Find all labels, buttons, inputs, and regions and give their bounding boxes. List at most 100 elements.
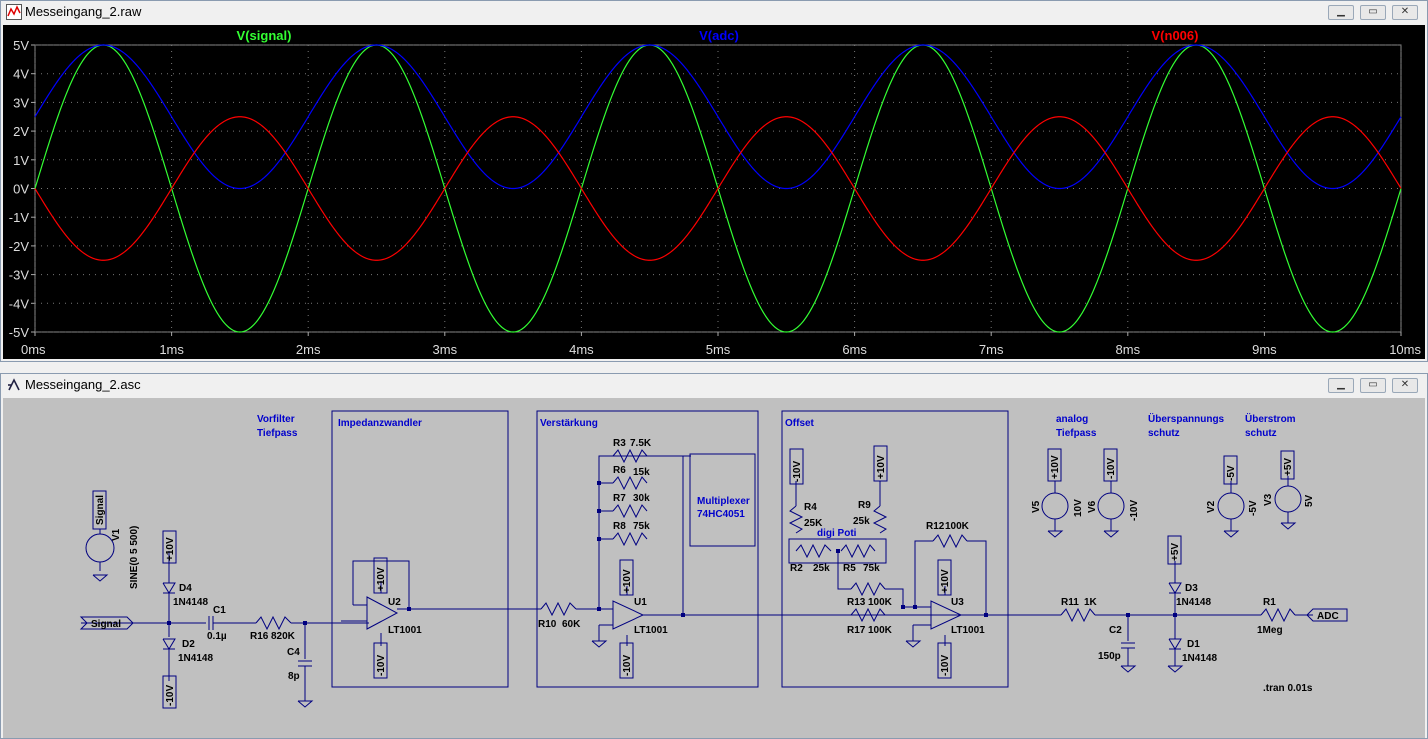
r11-value: 1K (1084, 597, 1098, 608)
r13-label: R13 (847, 597, 866, 608)
waveform-plot-area[interactable]: 5V 4V 3V 2V 1V 0V -1V -2V -3V -4V -5V 0ms 1ms 2ms 3ms 4… (3, 25, 1425, 359)
x-tick-label: 1ms (159, 342, 184, 357)
trace-legend-label[interactable]: V(signal) (237, 28, 292, 43)
r12-label: R12 (926, 521, 945, 532)
y-tick-label: 0V (13, 182, 29, 197)
x-tick-label: 6ms (842, 342, 867, 357)
ueberstrom-note-2: schutz (1245, 428, 1277, 439)
schematic-titlebar[interactable]: Messeingang_2.asc ▁ ▭ ✕ (1, 374, 1427, 396)
v3-value: 5V (1304, 494, 1315, 507)
ueberstrom-note: Überstrom (1245, 412, 1296, 425)
u2-value: LT1001 (388, 625, 422, 636)
block-title-verstaerkung: Verstärkung (540, 418, 598, 429)
v5-label: V5 (1031, 500, 1042, 513)
x-tick-label: 2ms (296, 342, 321, 357)
supply-flag: +10V (165, 537, 176, 561)
d3-label: D3 (1185, 583, 1198, 594)
r6-value: 15k (633, 467, 650, 478)
r8-label: R8 (613, 521, 626, 532)
v3-label: V3 (1263, 493, 1274, 506)
r9-label: R9 (858, 500, 871, 511)
y-tick-label: 1V (13, 153, 29, 168)
close-button[interactable]: ✕ (1392, 5, 1418, 20)
supply-flag: -10V (376, 655, 387, 676)
d2-label: D2 (182, 639, 195, 650)
r13-value: 100K (868, 597, 893, 608)
d1-label: D1 (1187, 639, 1200, 650)
v6-value: -10V (1129, 500, 1140, 521)
schematic-app-icon (8, 378, 20, 391)
x-tick-label: 4ms (569, 342, 594, 357)
block-title-offset: Offset (785, 418, 815, 429)
r11-label: R11 (1061, 597, 1079, 608)
block-title-impedanzwandler: Impedanzwandler (338, 418, 422, 429)
u1-label: U1 (634, 597, 647, 608)
d2-value: 1N4148 (178, 653, 213, 664)
y-tick-label: -1V (9, 210, 30, 225)
minimize-button[interactable]: ▁ (1328, 5, 1354, 20)
multiplexer-note: Multiplexer (697, 496, 750, 507)
d1-value: 1N4148 (1182, 653, 1217, 664)
analog-note-2: Tiefpass (1056, 428, 1097, 439)
r16-label: R16 (250, 631, 269, 642)
ueberspannung-note: Überspannungs (1148, 412, 1225, 425)
d4-label: D4 (179, 583, 192, 594)
r1-label: R1 (1263, 597, 1276, 608)
u2-label: U2 (388, 597, 401, 608)
x-tick-label: 10ms (1389, 342, 1421, 357)
c4-label: C4 (287, 647, 300, 658)
r2-label: R2 (790, 563, 803, 574)
r7-value: 30k (633, 493, 650, 504)
r10-label: R10 (538, 619, 557, 630)
x-tick-label: 7ms (979, 342, 1004, 357)
trace-legend-label[interactable]: V(n006) (1152, 28, 1199, 43)
supply-flag: +5V (1283, 458, 1294, 476)
supply-flag: +10V (1050, 455, 1061, 479)
r3-label: R3 (613, 438, 626, 449)
r4-value: 25K (804, 518, 823, 529)
schematic-window[interactable]: Messeingang_2.asc ▁ ▭ ✕ Vorfilter Tiefpa… (0, 373, 1428, 739)
v5-value: 10V (1073, 499, 1084, 517)
y-tick-label: 5V (13, 38, 29, 53)
c1-value: 0.1µ (207, 631, 227, 642)
waveform-svg[interactable]: 5V 4V 3V 2V 1V 0V -1V -2V -3V -4V -5V 0ms 1ms 2ms 3ms 4… (3, 25, 1425, 359)
r12-value: 100K (945, 521, 970, 532)
v1-name: V1 (111, 528, 122, 541)
v1-value: SINE(0 5 500) (129, 526, 140, 589)
r7-label: R7 (613, 493, 626, 504)
vorfilter-note-2: Tiefpass (257, 428, 298, 439)
c2-value: 150p (1098, 651, 1121, 662)
ueberspannung-note-2: schutz (1148, 428, 1180, 439)
r2-value: 25k (813, 563, 830, 574)
schematic-canvas[interactable]: Vorfilter Tiefpass Impedanzwandler Verst… (3, 398, 1425, 738)
restore-button[interactable]: ▭ (1360, 378, 1386, 393)
r8-value: 75k (633, 521, 650, 532)
x-tick-label: 5ms (706, 342, 731, 357)
restore-button[interactable]: ▭ (1360, 5, 1386, 20)
waveform-titlebar[interactable]: Messeingang_2.raw ▁ ▭ ✕ (1, 1, 1427, 23)
adc-output-label[interactable]: ADC (1317, 611, 1339, 622)
r3-value: 7.5K (630, 438, 652, 449)
y-tick-label: -4V (9, 296, 30, 311)
close-button[interactable]: ✕ (1392, 378, 1418, 393)
r17-label: R17 (847, 625, 866, 636)
minimize-button[interactable]: ▁ (1328, 378, 1354, 393)
y-tick-label: 2V (13, 124, 29, 139)
trace-legend-label[interactable]: V(adc) (699, 28, 739, 43)
signal-input-label[interactable]: Signal (91, 619, 121, 630)
r5-value: 75k (863, 563, 880, 574)
supply-flag: +10V (376, 567, 387, 591)
supply-flag: +10V (940, 569, 951, 593)
d3-value: 1N4148 (1176, 597, 1211, 608)
y-tick-label: 3V (13, 95, 29, 110)
supply-flag: -10V (940, 655, 951, 676)
supply-flag: -5V (1226, 465, 1237, 481)
supply-flag: -10V (165, 685, 176, 706)
u3-label: U3 (951, 597, 964, 608)
x-tick-label: 9ms (1252, 342, 1277, 357)
r5-label: R5 (843, 563, 856, 574)
v2-value: -5V (1248, 500, 1259, 516)
waveform-window[interactable]: Messeingang_2.raw ▁ ▭ ✕ 5V 4V 3V 2V 1V 0V -1V -… (0, 0, 1428, 362)
digipoti-note: digi Poti (817, 528, 857, 539)
supply-flag: -10V (792, 461, 803, 482)
